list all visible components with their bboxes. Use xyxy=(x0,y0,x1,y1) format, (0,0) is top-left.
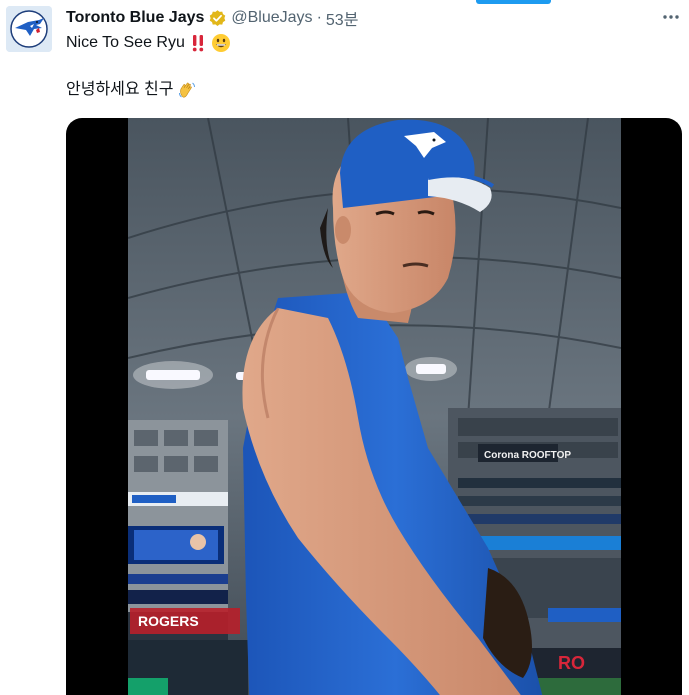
tweet-text-line-2: 안녕하세요 친구 xyxy=(66,80,197,100)
tweet-text-korean: 안녕하세요 친구 xyxy=(66,81,174,98)
user-handle[interactable]: @BlueJays xyxy=(231,9,312,27)
video-thumbnail-image: ROGERS Corona ROOFTOP RO xyxy=(128,118,621,695)
grinning-face-icon xyxy=(211,33,231,53)
blue-jays-logo-icon xyxy=(6,6,52,52)
video-player[interactable]: ROGERS Corona ROOFTOP RO xyxy=(66,118,682,695)
separator-dot: · xyxy=(316,9,322,26)
timestamp[interactable]: 53분 xyxy=(326,6,359,30)
tweet-card[interactable]: Toronto Blue Jays @BlueJays · 53분 Nice T… xyxy=(0,0,689,695)
video-frame[interactable]: ROGERS Corona ROOFTOP RO xyxy=(128,118,621,695)
display-name[interactable]: Toronto Blue Jays xyxy=(66,9,204,27)
tweet-text-line-1: Nice To See Ryu xyxy=(66,33,231,53)
more-options-icon[interactable] xyxy=(661,7,681,27)
corona-rooftop-sign: Corona ROOFTOP xyxy=(484,450,571,461)
waving-hand-icon xyxy=(177,80,197,100)
rogers-sign: ROGERS xyxy=(138,613,199,629)
double-exclamation-icon xyxy=(188,33,208,53)
rogers-sign-partial: RO xyxy=(558,653,585,673)
tweet-header: Toronto Blue Jays @BlueJays · 53분 xyxy=(66,7,689,29)
verified-badge-icon[interactable] xyxy=(208,9,227,28)
avatar[interactable] xyxy=(6,6,52,52)
tweet-text: Nice To See Ryu xyxy=(66,34,185,51)
